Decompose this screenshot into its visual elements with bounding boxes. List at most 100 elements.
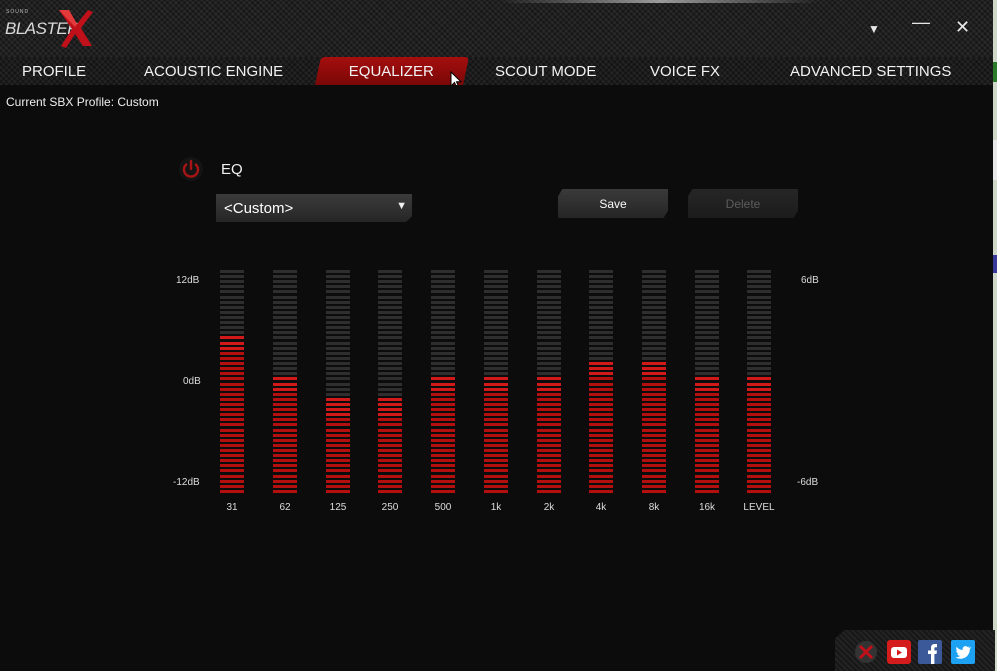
eq-preset-value: <Custom>: [224, 200, 294, 217]
menu-dropdown-button[interactable]: ▼: [868, 22, 880, 36]
left-axis-mid-label: 0dB: [183, 376, 201, 387]
eq-level-segment: [484, 300, 508, 304]
youtube-icon[interactable]: [887, 640, 911, 664]
tab-label: VOICE FX: [650, 63, 721, 80]
eq-level-segment: [378, 280, 402, 284]
eq-level-segment: [589, 459, 613, 463]
sound-blaster-x-icon[interactable]: [854, 640, 878, 664]
eq-band-slider-2k[interactable]: [537, 270, 563, 495]
eq-level-segment: [220, 346, 244, 350]
eq-level-segment: [326, 392, 350, 396]
eq-level-segment: [220, 448, 244, 452]
eq-level-segment: [273, 438, 297, 442]
window-edge: [993, 0, 997, 671]
eq-band-slider-8k[interactable]: [642, 270, 668, 495]
eq-level-segment: [695, 321, 719, 325]
eq-level-segment: [326, 408, 350, 412]
tab-acoustic-engine[interactable]: ACOUSTIC ENGINE: [144, 57, 283, 85]
tab-advanced-settings[interactable]: ADVANCED SETTINGS: [790, 57, 951, 85]
eq-level-segment: [642, 428, 666, 432]
eq-level-segment: [642, 438, 666, 442]
eq-level-segment: [589, 285, 613, 289]
eq-level-segment: [220, 387, 244, 391]
eq-level-segment: [537, 275, 561, 279]
eq-level-segment: [695, 305, 719, 309]
eq-level-segment: [378, 356, 402, 360]
eq-level-segment: [273, 341, 297, 345]
eq-level-segment: [273, 413, 297, 417]
eq-level-segment: [747, 397, 771, 401]
eq-level-segment: [695, 443, 719, 447]
delete-button[interactable]: Delete: [688, 189, 798, 218]
minimize-button[interactable]: —: [912, 12, 930, 33]
eq-level-segment: [326, 423, 350, 427]
eq-level-segment: [273, 310, 297, 314]
eq-band-slider-62[interactable]: [273, 270, 299, 495]
eq-level-segment: [484, 372, 508, 376]
eq-level-segment: [326, 372, 350, 376]
eq-level-segment: [747, 382, 771, 386]
eq-level-segment: [220, 280, 244, 284]
eq-level-segment: [378, 367, 402, 371]
eq-level-segment: [326, 336, 350, 340]
eq-level-segment: [326, 418, 350, 422]
eq-level-segment: [431, 392, 455, 396]
twitter-icon[interactable]: [951, 640, 975, 664]
tab-profile[interactable]: PROFILE: [22, 57, 86, 85]
eq-level-segment: [747, 362, 771, 366]
eq-level-segment: [589, 382, 613, 386]
eq-level-segment: [642, 295, 666, 299]
eq-level-segment: [378, 331, 402, 335]
eq-level-segment: [431, 377, 455, 381]
eq-level-segment: [220, 326, 244, 330]
eq-preset-select[interactable]: <Custom> ▼: [216, 194, 412, 222]
eq-level-segment: [273, 479, 297, 483]
save-button[interactable]: Save: [558, 189, 668, 218]
eq-level-segment: [484, 387, 508, 391]
eq-level-segment: [642, 392, 666, 396]
eq-level-segment: [537, 489, 561, 493]
eq-level-segment: [326, 428, 350, 432]
eq-level-segment: [273, 367, 297, 371]
eq-level-segment: [589, 454, 613, 458]
eq-level-segment: [695, 397, 719, 401]
eq-level-segment: [642, 402, 666, 406]
eq-level-segment: [378, 413, 402, 417]
eq-level-segment: [695, 331, 719, 335]
eq-level-segment: [378, 392, 402, 396]
eq-level-segment: [642, 433, 666, 437]
eq-level-segment: [589, 270, 613, 273]
eq-level-segment: [273, 459, 297, 463]
eq-band-slider-250[interactable]: [378, 270, 404, 495]
tab-scout-mode[interactable]: SCOUT MODE: [495, 57, 596, 85]
level-slider[interactable]: [747, 270, 773, 495]
eq-level-segment: [747, 356, 771, 360]
eq-band-slider-500[interactable]: [431, 270, 457, 495]
eq-band-slider-1k[interactable]: [484, 270, 510, 495]
eq-level-segment: [326, 377, 350, 381]
eq-level-segment: [484, 423, 508, 427]
close-button[interactable]: ✕: [955, 17, 970, 38]
eq-level-segment: [642, 356, 666, 360]
eq-level-segment: [273, 474, 297, 478]
facebook-icon[interactable]: [918, 640, 942, 664]
eq-level-segment: [589, 402, 613, 406]
eq-level-segment: [326, 356, 350, 360]
eq-level-segment: [220, 479, 244, 483]
eq-band-slider-16k[interactable]: [695, 270, 721, 495]
eq-level-segment: [378, 377, 402, 381]
tab-voice-fx[interactable]: VOICE FX: [650, 57, 720, 85]
eq-level-segment: [537, 464, 561, 468]
eq-level-segment: [589, 433, 613, 437]
tab-equalizer[interactable]: EQUALIZER: [315, 57, 469, 85]
eq-band-slider-125[interactable]: [326, 270, 352, 495]
eq-level-segment: [220, 362, 244, 366]
eq-level-segment: [220, 275, 244, 279]
eq-level-segment: [537, 418, 561, 422]
eq-level-segment: [273, 489, 297, 493]
eq-level-segment: [378, 474, 402, 478]
eq-level-segment: [747, 346, 771, 350]
eq-band-slider-4k[interactable]: [589, 270, 615, 495]
eq-power-toggle-icon[interactable]: [178, 156, 204, 182]
eq-band-slider-31[interactable]: [220, 270, 246, 495]
